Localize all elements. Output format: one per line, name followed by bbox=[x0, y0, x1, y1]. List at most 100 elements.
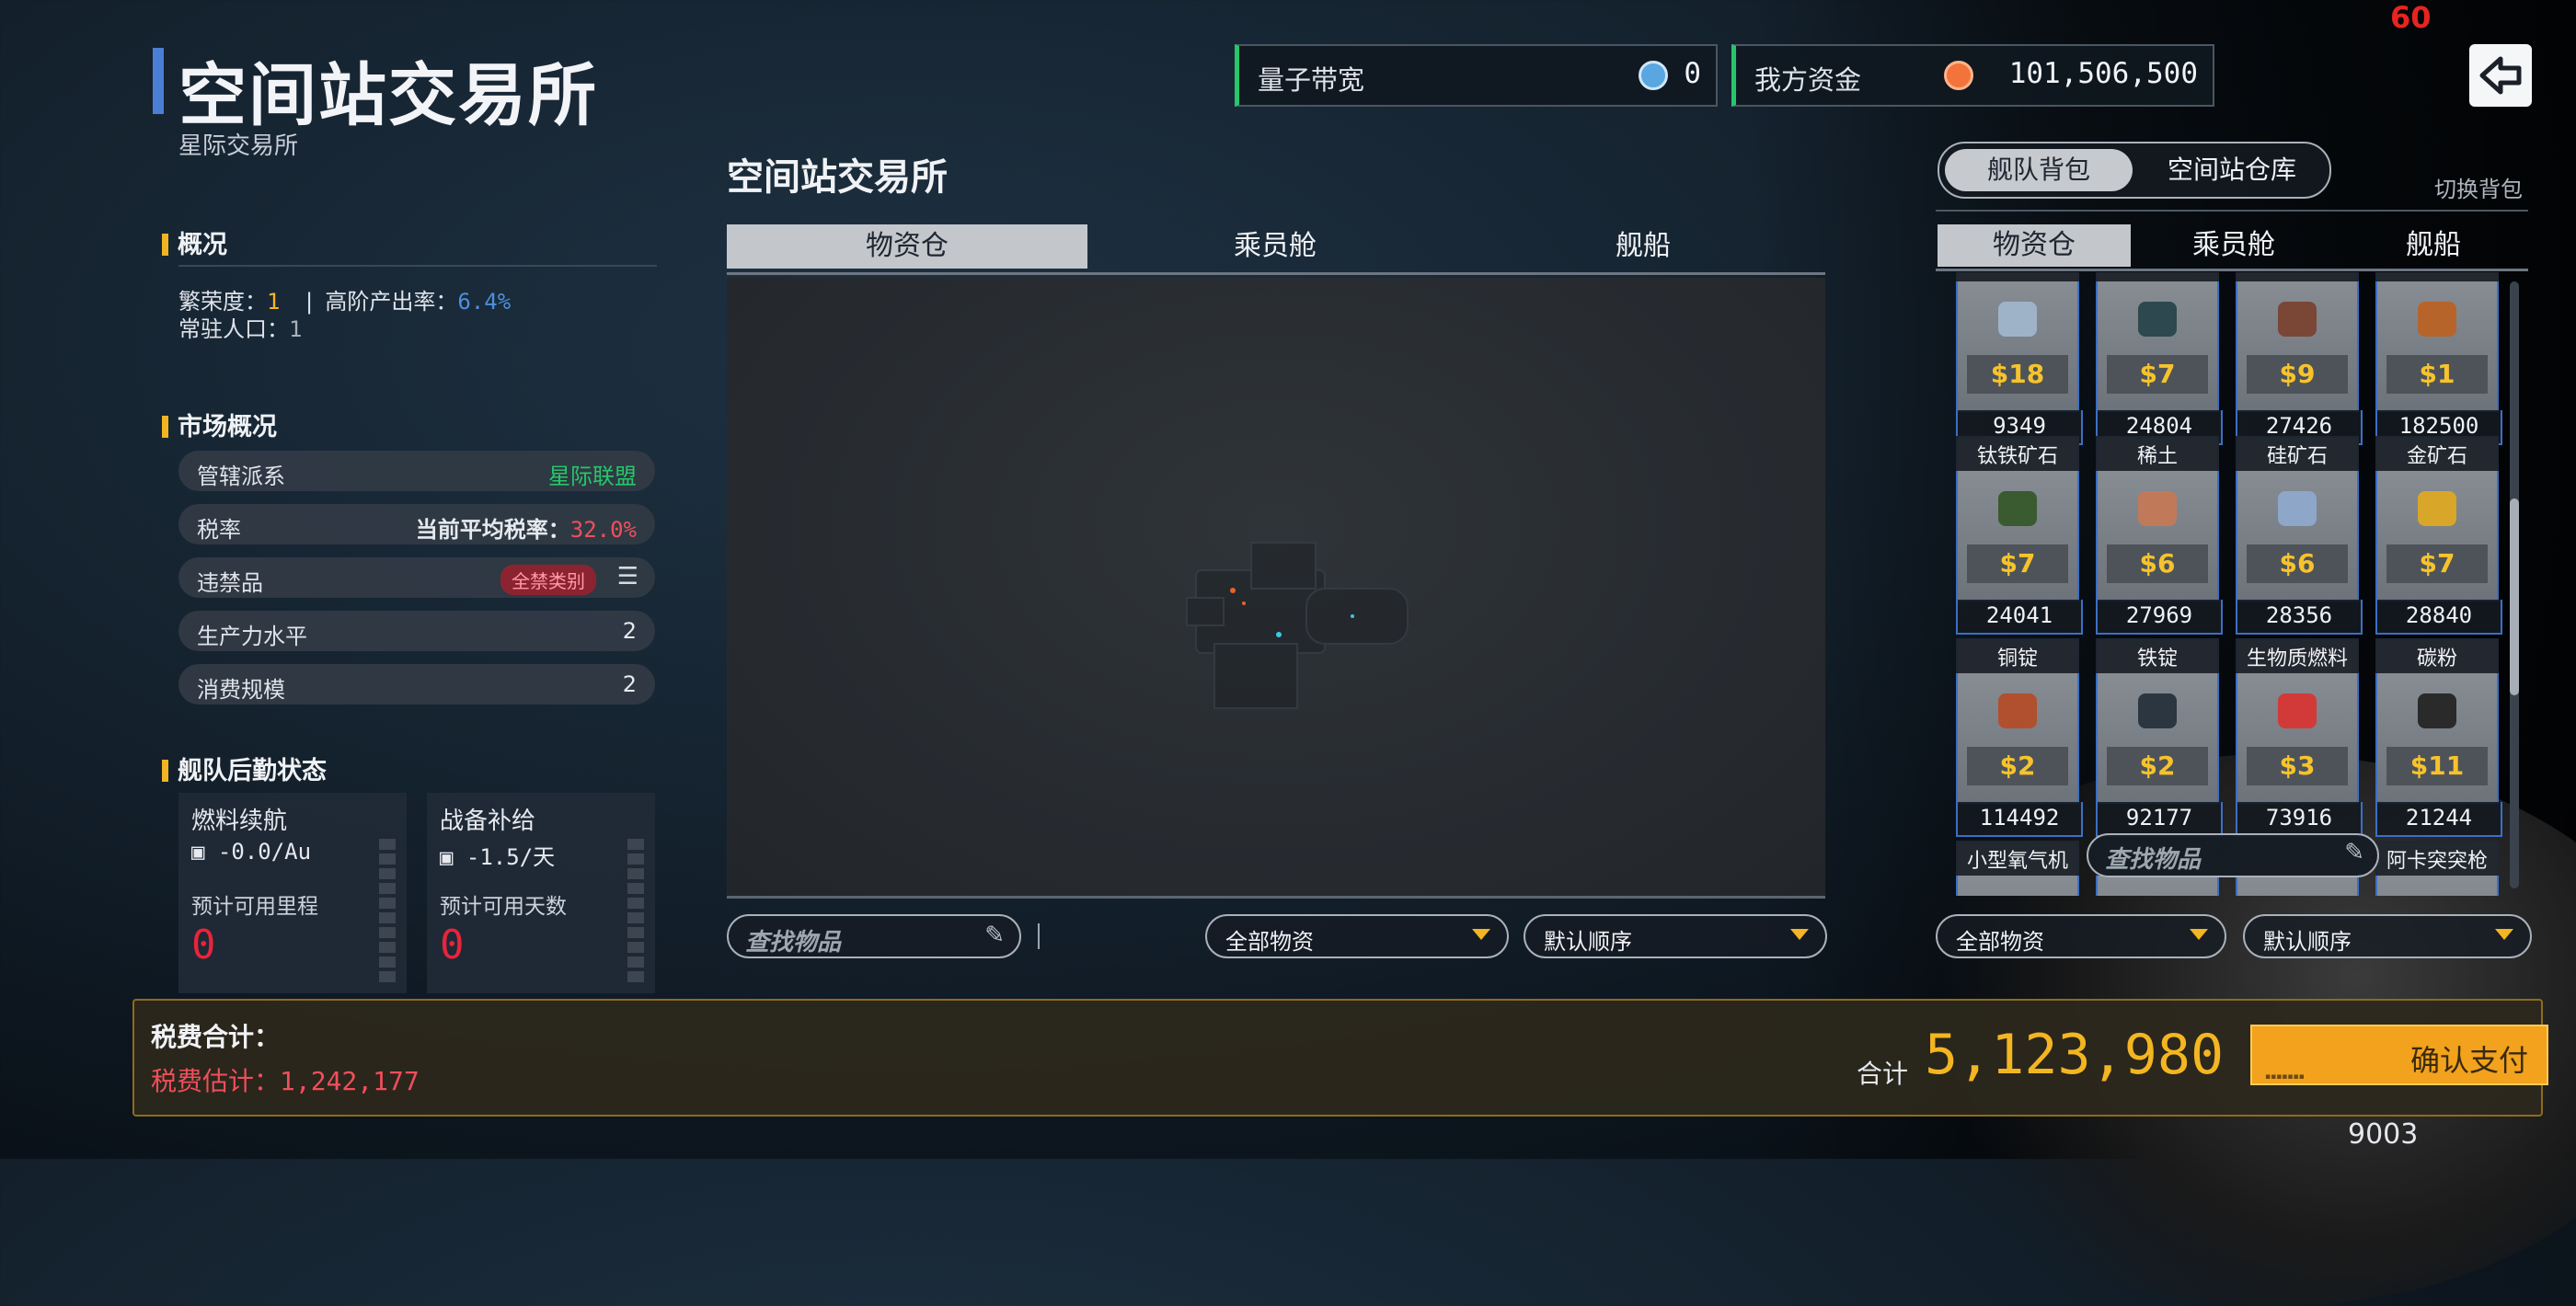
item-grid: $18 9349 $7 24804 $9 27426 $1 182500 钛铁矿石 $7 24041… bbox=[1936, 272, 2506, 896]
switch-bag-link[interactable]: 切换背包 bbox=[2434, 171, 2523, 203]
back-arrow-icon bbox=[2479, 56, 2522, 95]
item-icon bbox=[2278, 693, 2317, 728]
faction-label: 管辖派系 bbox=[197, 464, 285, 489]
mid-search-placeholder: 查找物品 bbox=[745, 929, 842, 957]
fuel-rate-value: -0.0/Au bbox=[217, 839, 312, 865]
supply-sub: 预计可用天数 bbox=[440, 895, 567, 919]
mid-search-input[interactable]: 查找物品 ✎ bbox=[727, 914, 1021, 958]
item-quantity: 21244 bbox=[2375, 802, 2502, 837]
item-card[interactable]: 稀土 $6 27969 bbox=[2096, 436, 2223, 635]
supply-box: 战备补给 ▣ -1.5/天 预计可用天数 0 bbox=[427, 793, 655, 993]
coin-icon bbox=[1944, 61, 1973, 90]
toggle-station-warehouse[interactable]: 空间站仓库 bbox=[2142, 149, 2322, 191]
item-quantity: 24041 bbox=[1956, 600, 2083, 635]
right-sort-label: 默认顺序 bbox=[2263, 929, 2352, 955]
scroll-thumb[interactable] bbox=[2510, 498, 2519, 695]
item-quantity: 73916 bbox=[2236, 802, 2363, 837]
high-tier-value: 6.4% bbox=[457, 289, 512, 315]
footer-number: 9003 bbox=[2348, 1118, 2419, 1151]
item-icon bbox=[2138, 491, 2177, 526]
item-card[interactable]: 阿卡突突枪 bbox=[2375, 841, 2499, 896]
mid-sort-dropdown[interactable]: 默认顺序 bbox=[1524, 914, 1827, 958]
item-card[interactable]: 金矿石 $7 28840 bbox=[2375, 436, 2502, 635]
right-tab-crew[interactable]: 乘员舱 bbox=[2136, 224, 2331, 267]
item-card[interactable]: 碳粉 $11 21244 bbox=[2375, 638, 2502, 837]
right-search-input[interactable]: 查找物品 ✎ bbox=[2087, 833, 2379, 877]
high-tier-label: 高阶产出率： bbox=[325, 289, 458, 315]
inventory-toggle[interactable]: 舰队背包 空间站仓库 bbox=[1938, 142, 2331, 199]
toggle-fleet-bag[interactable]: 舰队背包 bbox=[1945, 149, 2133, 191]
item-price: $2 bbox=[1967, 747, 2068, 785]
right-tab-ships[interactable]: 舰船 bbox=[2337, 224, 2530, 267]
right-sort-dropdown[interactable]: 默认顺序 bbox=[2243, 914, 2532, 958]
dropdown-arrow-icon bbox=[1472, 929, 1490, 940]
item-card[interactable]: 铁锭 $2 92177 bbox=[2096, 638, 2223, 837]
item-icon bbox=[2418, 302, 2456, 337]
item-quantity: 28840 bbox=[2375, 600, 2502, 635]
item-icon bbox=[2278, 302, 2317, 337]
item-card[interactable]: 硅矿石 $6 28356 bbox=[2236, 436, 2363, 635]
mid-sort-label: 默认顺序 bbox=[1544, 929, 1632, 955]
item-price: $6 bbox=[2247, 544, 2348, 583]
productivity-label: 生产力水平 bbox=[197, 624, 307, 649]
divider bbox=[1038, 923, 1040, 949]
pencil-icon: ✎ bbox=[2344, 839, 2364, 866]
item-icon bbox=[1998, 491, 2037, 526]
item-card[interactable]: 生物质燃料 $3 73916 bbox=[2236, 638, 2363, 837]
supply-gauge bbox=[627, 839, 644, 986]
item-card[interactable]: 铜锭 $2 114492 bbox=[1956, 638, 2083, 837]
item-quantity: 28356 bbox=[2236, 600, 2363, 635]
item-price: $7 bbox=[2386, 544, 2488, 583]
item-scrollbar[interactable] bbox=[2510, 281, 2519, 888]
item-name-bar bbox=[2096, 272, 2219, 281]
item-icon bbox=[2138, 693, 2177, 728]
overview-divider bbox=[178, 265, 657, 267]
right-filter-dropdown[interactable]: 全部物资 bbox=[1936, 914, 2226, 958]
mid-filter-dropdown[interactable]: 全部物资 bbox=[1205, 914, 1509, 958]
right-filter-label: 全部物资 bbox=[1956, 929, 2044, 955]
item-icon bbox=[2418, 491, 2456, 526]
fuel-box: 燃料续航 ▣ -0.0/Au 预计可用里程 0 bbox=[178, 793, 407, 993]
faction-value[interactable]: 星际联盟 bbox=[548, 458, 637, 490]
page-title: 空间站交易所 bbox=[178, 56, 598, 135]
item-card[interactable]: $7 24804 bbox=[2096, 272, 2223, 445]
confirm-payment-button[interactable]: ▪▪▪▪▪▪▪ 确认支付 bbox=[2250, 1025, 2548, 1085]
contraband-label: 违禁品 bbox=[197, 570, 263, 596]
supply-title: 战备补给 bbox=[440, 808, 536, 835]
item-price: $11 bbox=[2386, 747, 2488, 785]
item-card[interactable]: 钛铁矿石 $7 24041 bbox=[1956, 436, 2083, 635]
item-quantity: 92177 bbox=[2096, 802, 2223, 837]
tab-crew[interactable]: 乘员舱 bbox=[1093, 224, 1457, 269]
consumption-value: 2 bbox=[622, 671, 637, 697]
fuel-sub: 预计可用里程 bbox=[191, 895, 318, 919]
market-heading: 市场概况 bbox=[162, 407, 277, 442]
list-icon[interactable]: ☰ bbox=[617, 563, 638, 590]
tab-ships[interactable]: 舰船 bbox=[1461, 224, 1825, 269]
tab-underline bbox=[727, 272, 1825, 275]
item-name: 生物质燃料 bbox=[2246, 647, 2348, 670]
dropdown-arrow-icon bbox=[2495, 929, 2513, 940]
supply-icon: ▣ bbox=[440, 844, 466, 870]
back-button[interactable] bbox=[2469, 44, 2532, 107]
pencil-icon: ✎ bbox=[984, 922, 1005, 949]
item-name: 稀土 bbox=[2136, 445, 2178, 468]
button-decoration: ▪▪▪▪▪▪▪ bbox=[2265, 1072, 2305, 1082]
dropdown-arrow-icon bbox=[2190, 929, 2208, 940]
item-card[interactable]: $1 182500 bbox=[2375, 272, 2502, 445]
fuel-icon: ▣ bbox=[191, 839, 218, 865]
market-row-faction: 管辖派系 星际联盟 bbox=[178, 451, 655, 491]
trade-panel-title: 空间站交易所 bbox=[727, 156, 948, 199]
item-name: 阿卡突突枪 bbox=[2386, 850, 2488, 873]
right-tab-cargo[interactable]: 物资仓 bbox=[1938, 224, 2131, 267]
item-card[interactable]: $18 9349 bbox=[1956, 272, 2083, 445]
fuel-gauge bbox=[379, 839, 396, 986]
item-name-bar bbox=[1956, 272, 2079, 281]
fps-counter: 60 bbox=[2390, 0, 2432, 35]
population-label: 常驻人口： bbox=[178, 316, 289, 342]
item-card[interactable]: 小型氧气机 bbox=[1956, 841, 2079, 896]
viewport-bottom-line bbox=[727, 896, 1825, 899]
item-icon bbox=[2278, 491, 2317, 526]
right-divider bbox=[1936, 210, 2528, 212]
tab-cargo[interactable]: 物资仓 bbox=[727, 224, 1087, 269]
item-card[interactable]: $9 27426 bbox=[2236, 272, 2363, 445]
